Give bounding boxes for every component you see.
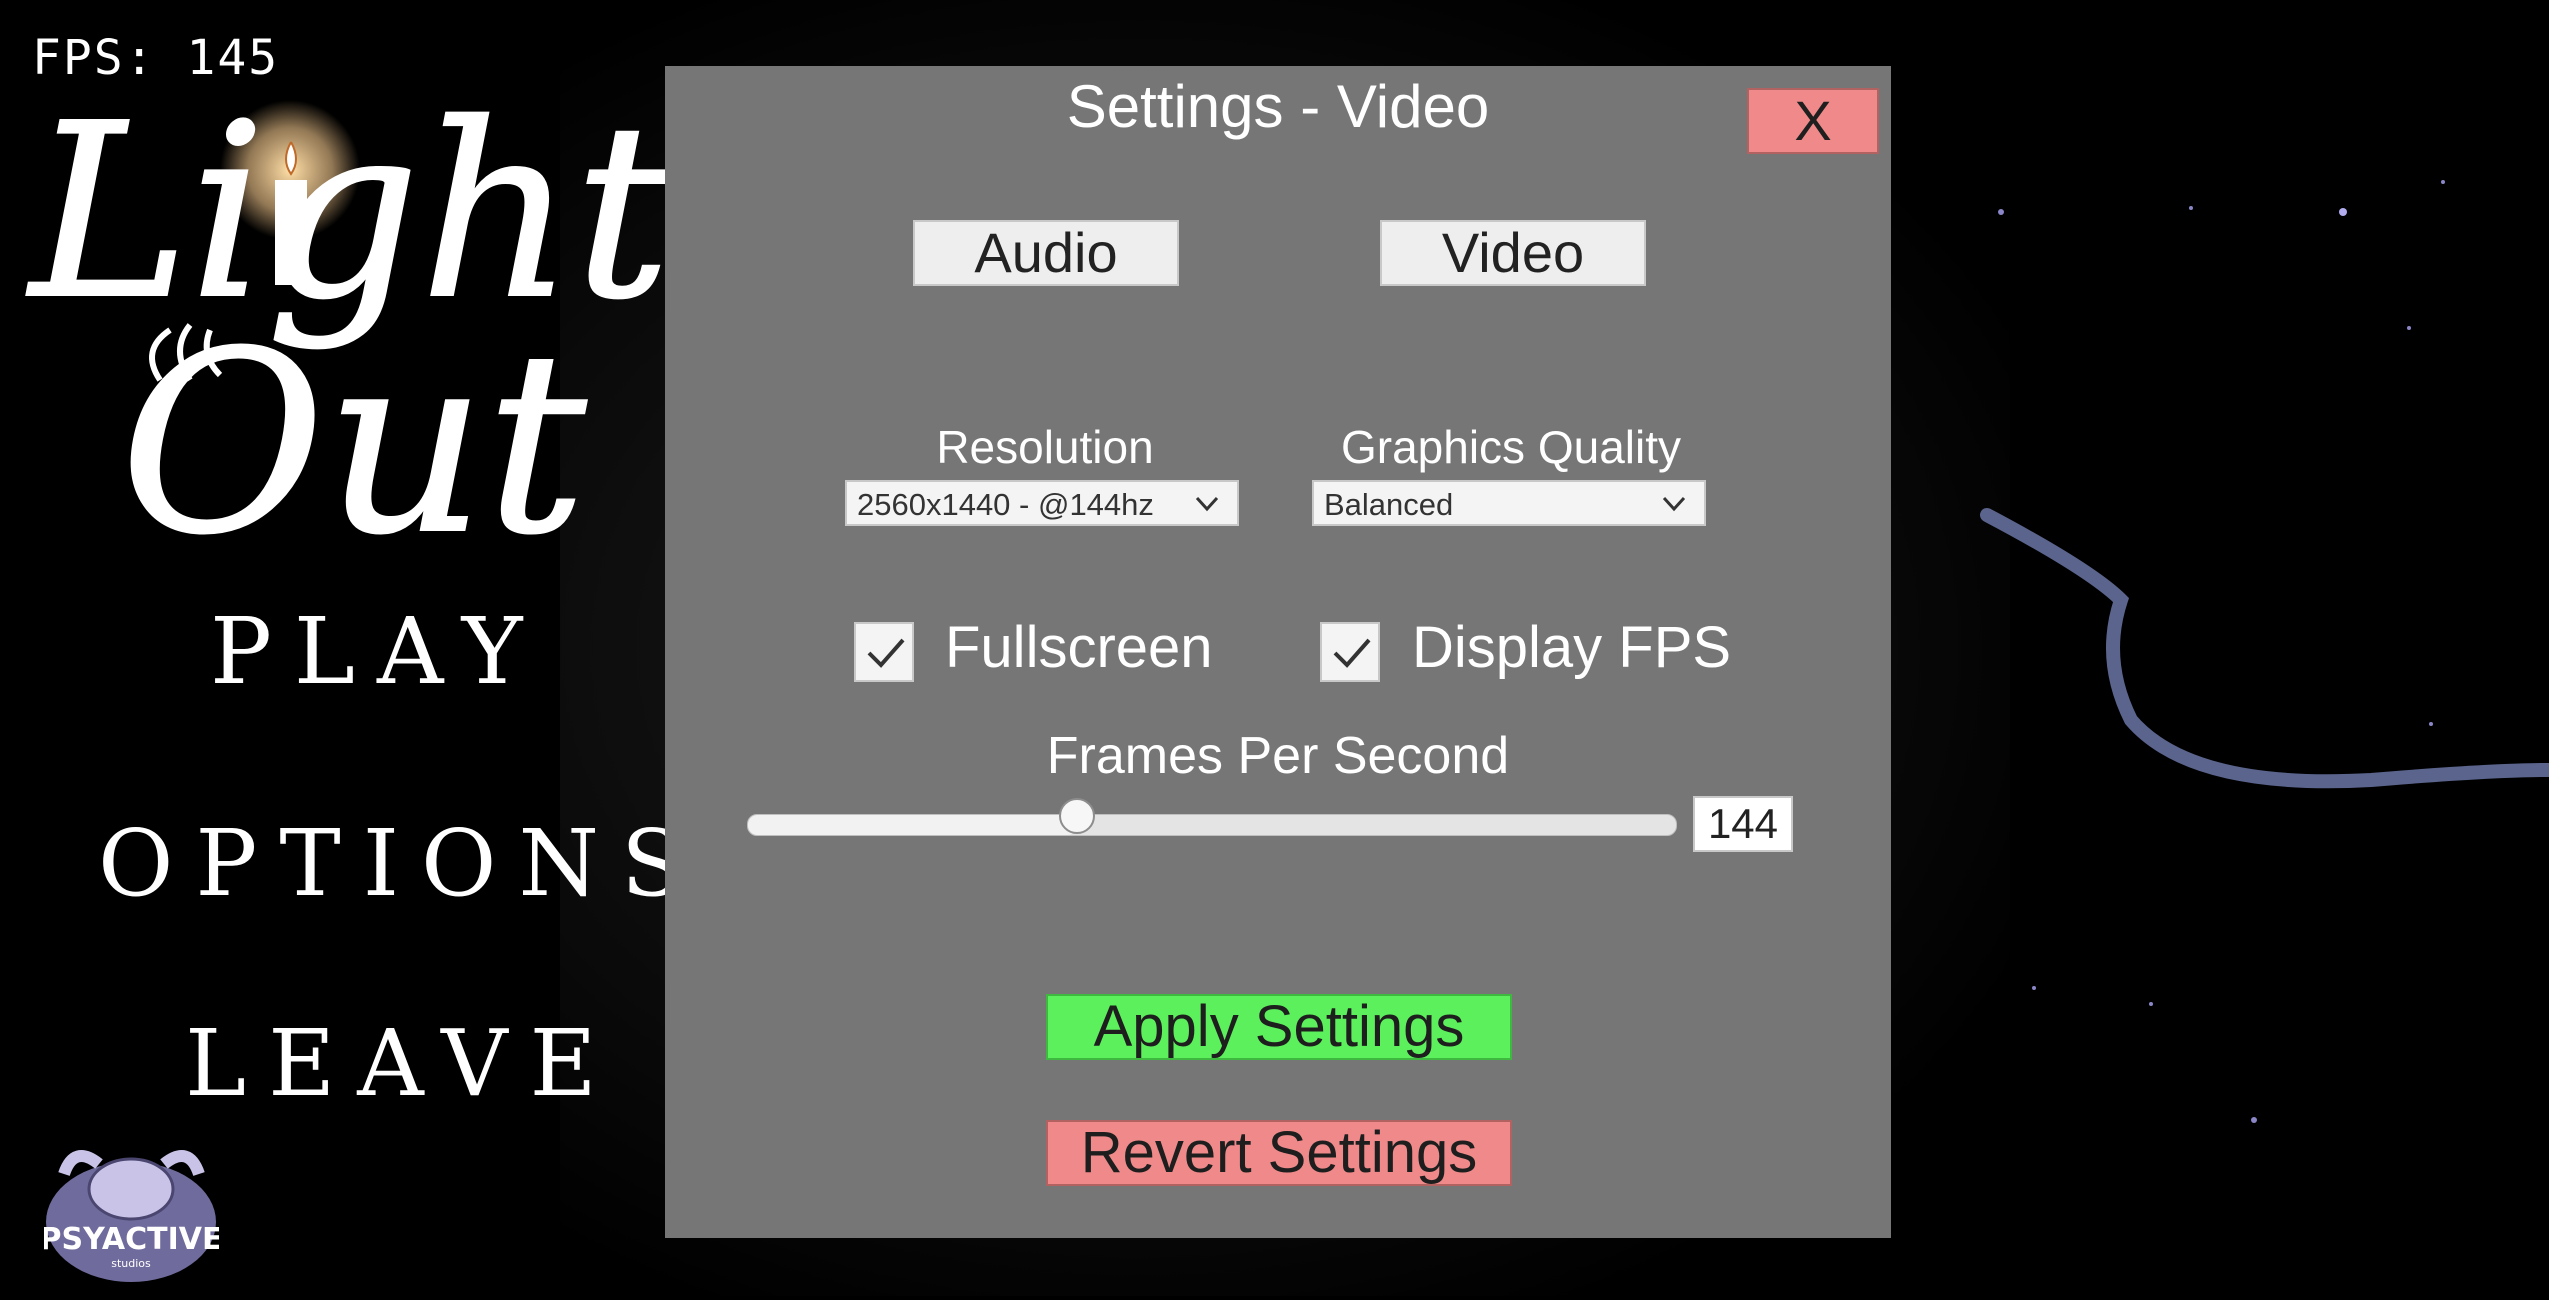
- revert-settings-button[interactable]: Revert Settings: [1046, 1120, 1512, 1186]
- tab-audio[interactable]: Audio: [913, 220, 1179, 286]
- star-icon: [2429, 722, 2433, 726]
- graphics-quality-value: Balanced: [1324, 487, 1454, 522]
- resolution-label: Resolution: [936, 421, 1154, 473]
- game-logo: Lights Out: [20, 70, 795, 590]
- fullscreen-label: Fullscreen: [945, 615, 1213, 680]
- tab-video[interactable]: Video: [1380, 220, 1646, 286]
- close-button[interactable]: X: [1747, 88, 1879, 154]
- display-fps-checkbox[interactable]: [1320, 622, 1380, 682]
- tentacle-decoration: [1980, 508, 2549, 789]
- star-icon: [1998, 209, 2004, 215]
- fps-value-field[interactable]: 144: [1693, 796, 1793, 852]
- star-icon: [2441, 180, 2445, 184]
- leave-button[interactable]: LEAVE: [185, 1010, 619, 1117]
- settings-title: Settings - Video: [1066, 73, 1490, 140]
- star-icon: [2189, 206, 2193, 210]
- frames-per-second-label: Frames Per Second: [1046, 727, 1510, 785]
- background-scene-art: [1980, 180, 2549, 1123]
- chevron-down-icon: [1195, 496, 1219, 512]
- studio-logo: PSYACTIVE studios: [39, 1134, 223, 1284]
- resolution-dropdown[interactable]: 2560x1440 - @144hz: [845, 480, 1239, 526]
- star-icon: [2149, 1002, 2153, 1006]
- resolution-value: 2560x1440 - @144hz: [857, 487, 1154, 522]
- logo-title-line2: Out: [120, 298, 587, 570]
- fps-slider[interactable]: [747, 798, 1677, 836]
- studio-sub: studios: [111, 1257, 151, 1270]
- star-icon: [2407, 326, 2411, 330]
- checkmark-icon: [1333, 638, 1371, 668]
- studio-name: PSYACTIVE: [44, 1222, 219, 1257]
- display-fps-label: Display FPS: [1412, 615, 1732, 680]
- game-logo-art: Lights Out: [25, 71, 795, 590]
- settings-panel: Settings - Video X Audio Video Resolutio…: [665, 66, 1891, 1238]
- star-icon: [2251, 1117, 2257, 1123]
- graphics-quality-label: Graphics Quality: [1340, 421, 1681, 473]
- play-button[interactable]: PLAY: [210, 598, 544, 705]
- graphics-quality-dropdown[interactable]: Balanced: [1312, 480, 1706, 526]
- brain-icon: [87, 1157, 175, 1221]
- star-icon: [2032, 986, 2036, 990]
- fps-slider-handle[interactable]: [1059, 798, 1096, 834]
- studio-logo-art: PSYACTIVE studios: [39, 1150, 223, 1282]
- options-button[interactable]: OPTIONS: [98, 810, 706, 917]
- chevron-down-icon: [1662, 496, 1686, 512]
- background-scene: [1891, 0, 2549, 1296]
- checkmark-icon: [867, 638, 905, 668]
- fullscreen-checkbox[interactable]: [854, 622, 914, 682]
- star-icon: [2339, 208, 2347, 216]
- apply-settings-button[interactable]: Apply Settings: [1046, 994, 1512, 1060]
- fps-slider-fill: [748, 815, 1078, 835]
